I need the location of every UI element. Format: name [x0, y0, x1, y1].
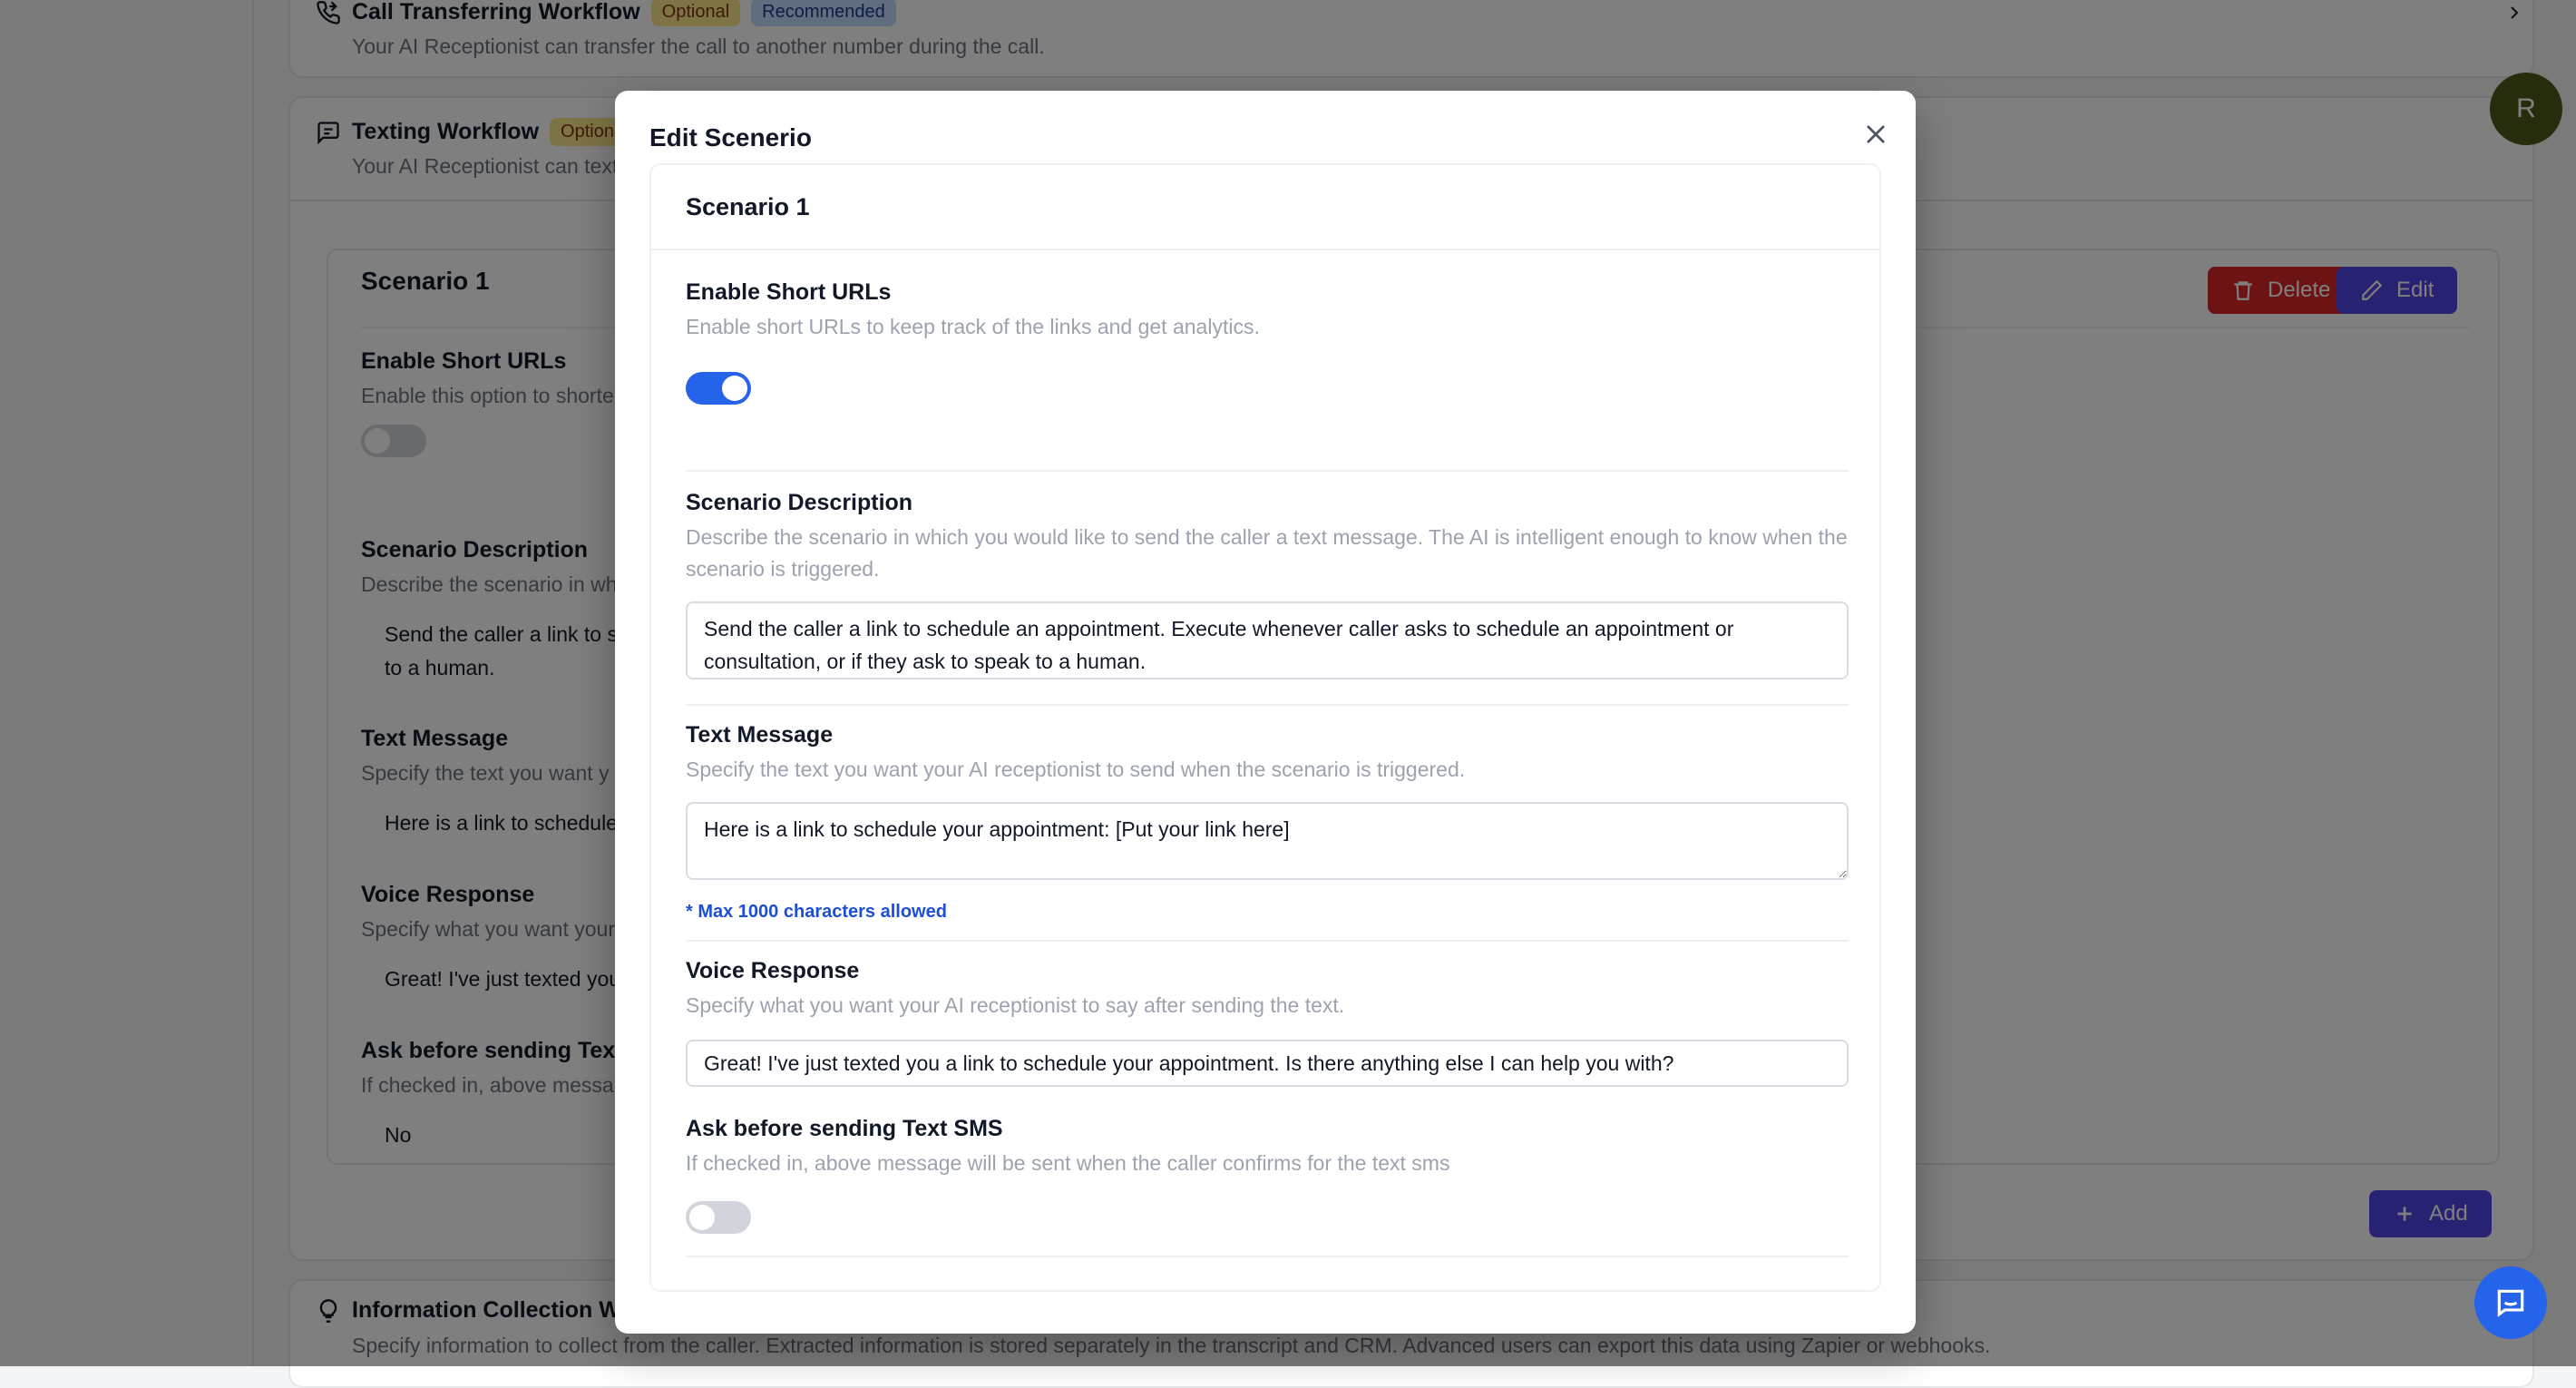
- ask-before-sending-label: Ask before sending Text SMS: [686, 1116, 1003, 1141]
- divider: [686, 1256, 1849, 1257]
- voice-response-section: Voice Response Specify what you want you…: [686, 958, 1849, 1087]
- divider: [686, 940, 1849, 942]
- short-urls-description: Enable short URLs to keep track of the l…: [686, 315, 1260, 338]
- scenario-form: Scenario 1 Enable Short URLs Enable shor…: [649, 163, 1881, 1292]
- toggle-knob: [722, 376, 747, 401]
- scenario-description-section: Scenario Description Describe the scenar…: [686, 490, 1849, 679]
- text-message-help: Specify the text you want your AI recept…: [686, 758, 1466, 781]
- toggle-knob: [689, 1205, 715, 1230]
- scenario-description-input[interactable]: Send the caller a link to schedule an ap…: [686, 601, 1849, 679]
- ask-before-sending-help: If checked in, above message will be sen…: [686, 1151, 1450, 1175]
- modal-title: Edit Scenerio: [649, 123, 812, 152]
- voice-response-help: Specify what you want your AI receptioni…: [686, 993, 1345, 1017]
- scenario-description-label: Scenario Description: [686, 490, 913, 515]
- ask-before-sending-toggle[interactable]: [686, 1201, 751, 1234]
- chat-icon: [2497, 1289, 2524, 1317]
- max-characters-hint: * Max 1000 characters allowed: [686, 902, 947, 922]
- voice-response-input[interactable]: [686, 1040, 1849, 1087]
- scenario-form-title: Scenario 1: [651, 165, 1879, 250]
- voice-response-label: Voice Response: [686, 958, 860, 983]
- divider: [686, 704, 1849, 706]
- close-icon[interactable]: [1859, 118, 1892, 151]
- scenario-description-help: Describe the scenario in which you would…: [686, 525, 1848, 581]
- short-urls-label: Enable Short URLs: [686, 279, 892, 305]
- short-urls-toggle[interactable]: [686, 372, 751, 405]
- chat-widget-button[interactable]: [2474, 1266, 2547, 1339]
- ask-before-sending-section: Ask before sending Text SMS If checked i…: [686, 1116, 1849, 1234]
- text-message-label: Text Message: [686, 722, 834, 748]
- app-page: Call Transferring Workflow Optional Reco…: [0, 0, 2576, 1388]
- edit-scenario-modal: Edit Scenerio Scenario 1 Enable Short UR…: [615, 91, 1916, 1334]
- text-message-input[interactable]: Here is a link to schedule your appointm…: [686, 802, 1849, 880]
- divider: [686, 470, 1849, 472]
- short-urls-section: Enable Short URLs Enable short URLs to k…: [686, 279, 1849, 405]
- text-message-section: Text Message Specify the text you want y…: [686, 722, 1849, 923]
